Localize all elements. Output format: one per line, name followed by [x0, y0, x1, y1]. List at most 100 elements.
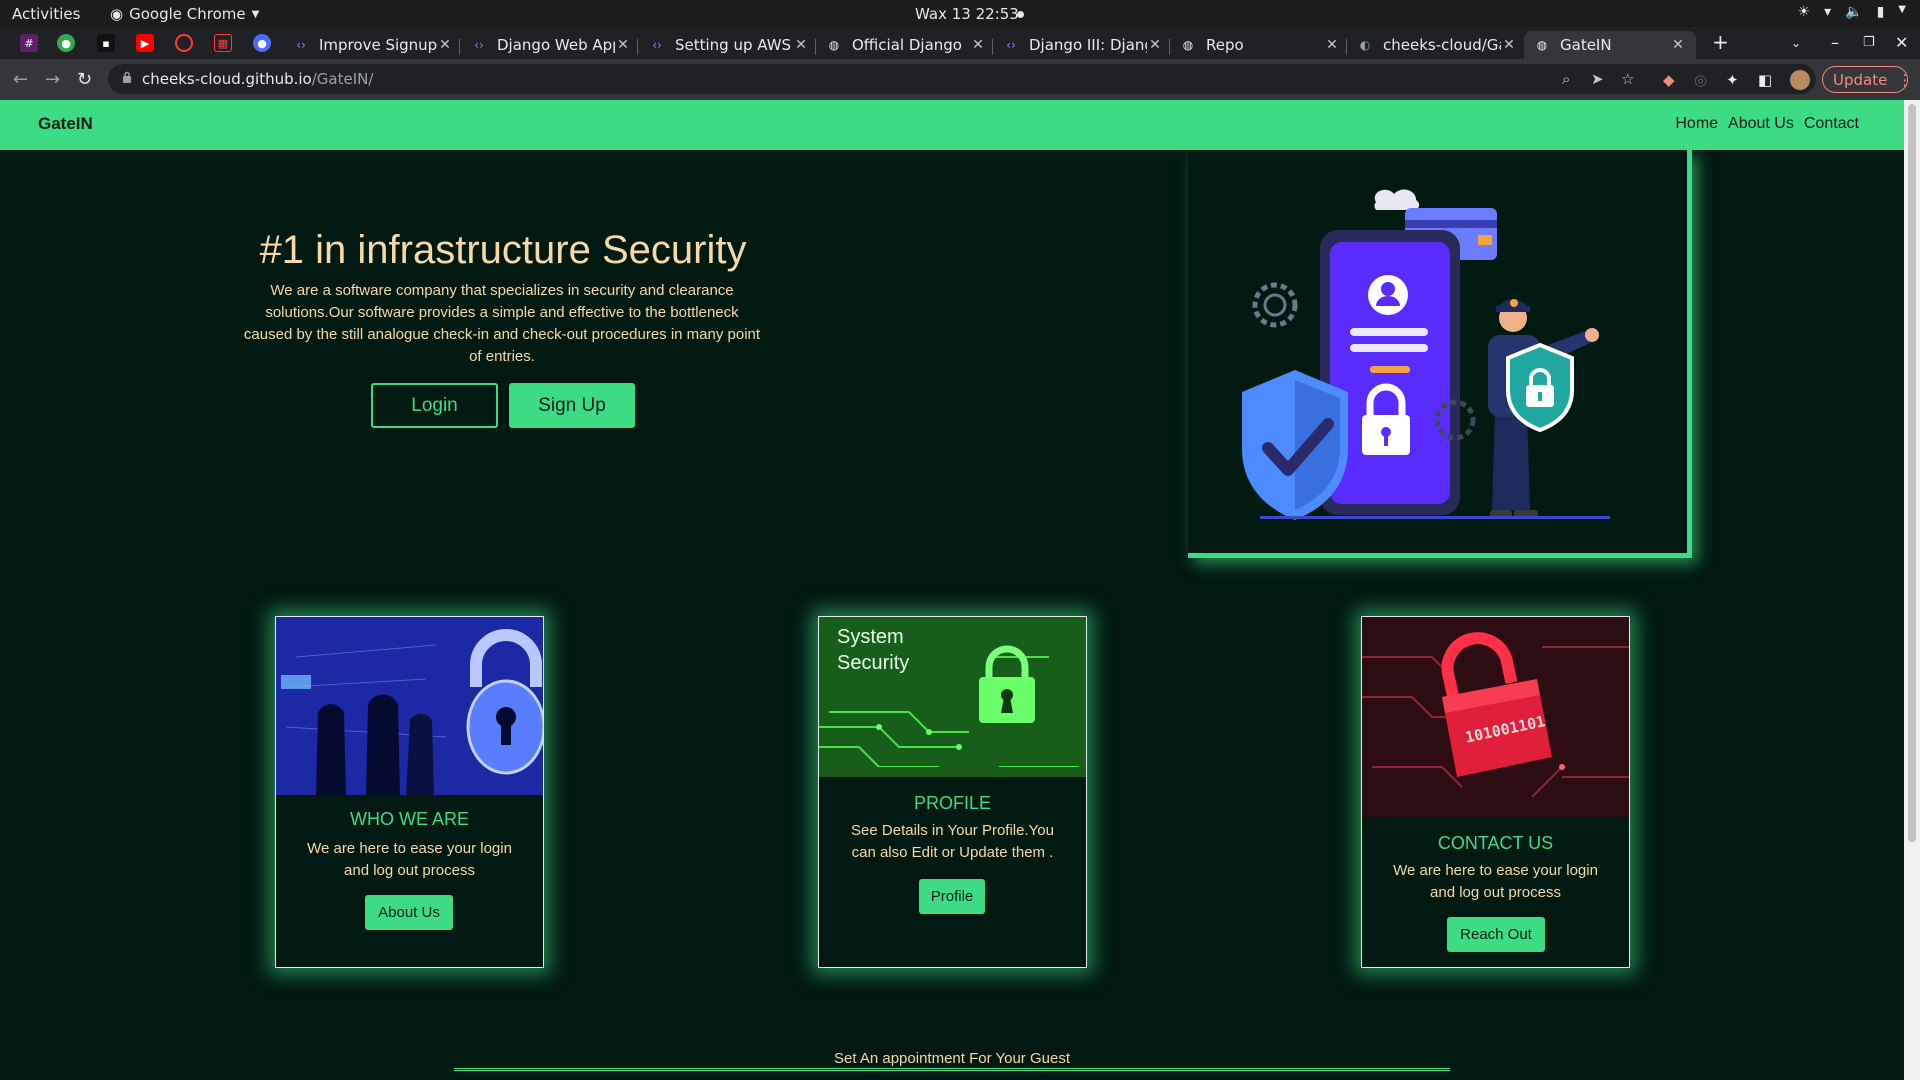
- address-bar[interactable]: cheeks-cloud.github.io/GateIN/ ⌕ ➤ ☆: [108, 64, 1816, 94]
- close-icon[interactable]: ✕: [1324, 37, 1340, 53]
- system-security-image: System Security: [819, 617, 1086, 777]
- chrome-icon: ◉: [110, 5, 124, 23]
- restore-button[interactable]: ❐: [1863, 35, 1875, 50]
- card-image: 101001101: [1362, 617, 1629, 817]
- card-text: See Details in Your Profile.You can also…: [851, 822, 1054, 861]
- code-icon: ‹›: [1006, 38, 1016, 52]
- extension-icon[interactable]: ◎: [1694, 71, 1707, 89]
- reach-out-button[interactable]: Reach Out: [1447, 917, 1545, 952]
- browser-tab[interactable]: ◍ Official Django ✕: [826, 31, 986, 59]
- battery-icon: ▮: [1876, 4, 1885, 20]
- image-caption-line-2: Security: [837, 652, 909, 674]
- desktop-screen: Activities ◉ Google Chrome ▼ Wax 13 22:5…: [0, 0, 1920, 1080]
- card-text: We are here to ease your login and log o…: [307, 840, 512, 879]
- browser-tab[interactable]: ‹› Django Web App ✕: [471, 31, 631, 59]
- back-button[interactable]: ←: [13, 69, 28, 90]
- calendar-pinned-tab-icon[interactable]: ▦: [214, 34, 232, 52]
- browser-tab-active[interactable]: ◍ GateIN ✕: [1524, 31, 1696, 59]
- security-lock-image: [276, 617, 543, 795]
- close-icon[interactable]: ✕: [615, 37, 631, 53]
- appointment-heading: Set An appointment For Your Guest: [834, 1050, 1070, 1067]
- browser-tab[interactable]: ‹› Setting up AWS ✕: [649, 31, 809, 59]
- close-icon[interactable]: ✕: [793, 37, 809, 53]
- puzzle-icon[interactable]: ✦: [1726, 71, 1739, 89]
- login-button[interactable]: Login: [371, 383, 498, 428]
- send-icon[interactable]: ➤: [1591, 70, 1604, 88]
- globe-icon: ◍: [1182, 38, 1194, 52]
- meet-pinned-tab-icon[interactable]: ●: [253, 34, 271, 52]
- reload-button[interactable]: ↻: [77, 69, 92, 90]
- site-navbar: GateIN Home About Us Contact: [0, 100, 1904, 150]
- zoom-icon[interactable]: ⌕: [1562, 70, 1570, 88]
- close-icon[interactable]: ✕: [1670, 37, 1686, 53]
- browser-toolbar: ← → ↻ cheeks-cloud.github.io/GateIN/ ⌕ ➤…: [0, 59, 1920, 100]
- code-icon: ‹›: [296, 38, 306, 52]
- volume-icon: 🔈: [1845, 4, 1863, 20]
- scrollbar-thumb[interactable]: [1908, 104, 1916, 842]
- webpage: GateIN Home About Us Contact #1 in infra…: [0, 100, 1904, 1080]
- system-top-bar: Activities ◉ Google Chrome ▼ Wax 13 22:5…: [0, 0, 1920, 27]
- card-contact-us: 101001101 CONTACT US We are here to ease…: [1361, 616, 1630, 968]
- avatar[interactable]: [1790, 70, 1810, 90]
- slack-pinned-tab-icon[interactable]: #: [20, 34, 38, 52]
- signup-button[interactable]: Sign Up: [509, 383, 635, 428]
- close-icon[interactable]: ✕: [1501, 37, 1517, 53]
- app-pinned-tab-icon[interactable]: ▪: [97, 34, 115, 52]
- close-icon[interactable]: ✕: [970, 37, 986, 53]
- card-title: PROFILE: [913, 793, 992, 813]
- minimize-button[interactable]: –: [1831, 33, 1839, 52]
- chevron-down-icon: ▼: [1898, 4, 1906, 15]
- circle-pinned-tab-icon[interactable]: [175, 34, 193, 52]
- code-icon: ‹›: [474, 38, 484, 52]
- security-illustration: [1242, 189, 1610, 520]
- hero-title: #1 in infrastructure Security: [259, 228, 747, 272]
- brightness-icon: ☀: [1797, 4, 1811, 20]
- chrome-pinned-tab-icon[interactable]: ●: [57, 34, 75, 52]
- more-menu-icon: ⋮: [1897, 70, 1913, 89]
- browser-tab[interactable]: ◍ Repo ✕: [1180, 31, 1340, 59]
- youtube-pinned-tab-icon[interactable]: ▶: [136, 34, 154, 52]
- system-tray[interactable]: ☀ ▾ 🔈 ▮ ▼: [1798, 4, 1906, 20]
- browser-tab[interactable]: ◐ cheeks-cloud/Ga ✕: [1357, 31, 1517, 59]
- close-icon[interactable]: ✕: [437, 37, 453, 53]
- globe-icon: ◍: [1536, 38, 1548, 52]
- about-us-button[interactable]: About Us: [365, 895, 453, 930]
- github-icon: ◐: [1359, 38, 1371, 52]
- hero-description: We are a software company that specializ…: [243, 282, 761, 365]
- tab-search-icon[interactable]: ⌄: [1791, 36, 1801, 50]
- app-name: Google Chrome: [129, 5, 246, 23]
- app-menu[interactable]: ◉ Google Chrome ▼: [110, 5, 259, 23]
- page-scrollbar[interactable]: [1904, 100, 1920, 1080]
- appointment-divider: [454, 1068, 1450, 1071]
- profile-button[interactable]: Profile: [919, 879, 985, 914]
- activities-button[interactable]: Activities: [12, 5, 80, 23]
- lock-icon: [123, 71, 131, 83]
- card-profile: System Security PROFILE See Details in Y…: [818, 616, 1087, 968]
- wifi-icon: ▾: [1824, 4, 1832, 20]
- card-title: CONTACT US: [1437, 833, 1554, 853]
- code-icon: ‹›: [652, 38, 662, 52]
- nav-about-link[interactable]: About Us: [1728, 115, 1794, 133]
- extension-icon[interactable]: ◆: [1663, 71, 1675, 89]
- window-close-button[interactable]: ✕: [1895, 33, 1908, 52]
- image-caption-line-1: System: [837, 626, 904, 648]
- nav-home-link[interactable]: Home: [1675, 115, 1718, 133]
- browser-tab[interactable]: ‹› Django III: Djang ✕: [1003, 31, 1163, 59]
- side-panel-icon[interactable]: ◧: [1758, 71, 1772, 89]
- nav-contact-link[interactable]: Contact: [1804, 115, 1859, 133]
- nav-links: Home About Us Contact: [1675, 115, 1859, 133]
- update-button[interactable]: Update ⋮: [1822, 66, 1912, 93]
- close-icon[interactable]: ✕: [1147, 37, 1163, 53]
- forward-button[interactable]: →: [45, 69, 60, 90]
- card-text: We are here to ease your login and log o…: [1393, 862, 1598, 901]
- bookmark-star-icon[interactable]: ☆: [1621, 70, 1634, 88]
- url-text: cheeks-cloud.github.io/GateIN/: [142, 70, 374, 88]
- card-image: System Security: [819, 617, 1086, 777]
- site-brand[interactable]: GateIN: [38, 114, 93, 134]
- globe-icon: ◍: [828, 38, 840, 52]
- card-title: WHO WE ARE: [349, 809, 469, 829]
- notification-dot-icon: [1017, 11, 1024, 18]
- browser-tab[interactable]: ‹› Improve Signup ✕: [293, 31, 453, 59]
- clock[interactable]: Wax 13 22:53: [915, 5, 1019, 23]
- new-tab-button[interactable]: +: [1712, 30, 1729, 54]
